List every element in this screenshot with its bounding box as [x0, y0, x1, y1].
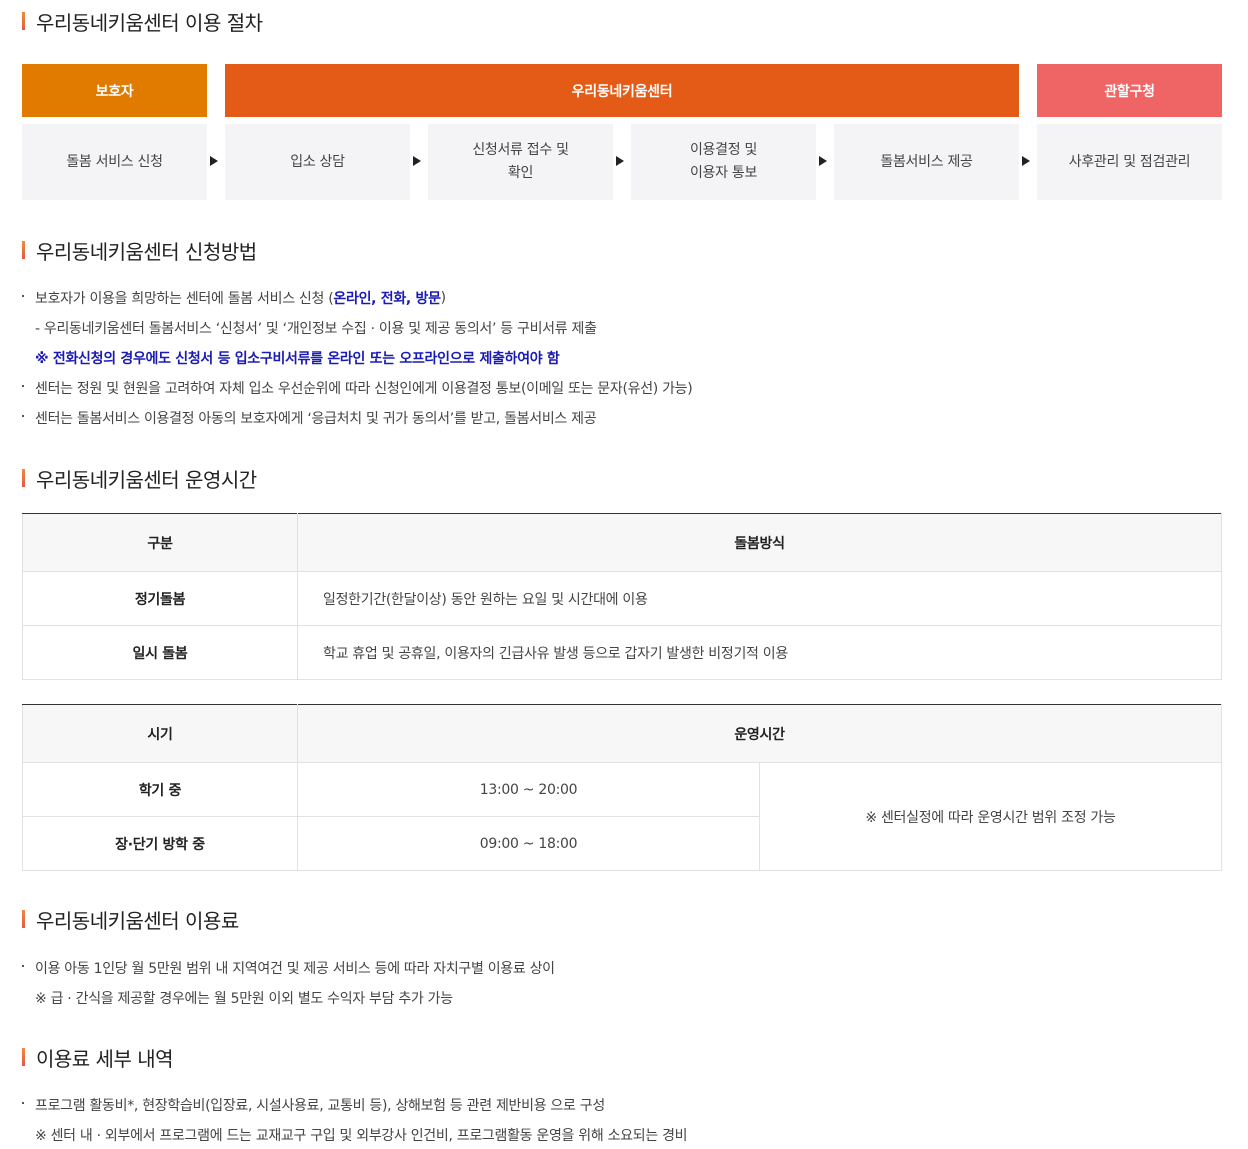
- list-item: ※ 센터 내 · 외부에서 프로그램에 드는 교재교구 구입 및 외부강사 인건…: [35, 1128, 688, 1144]
- section-title-fee-detail: 이용료 세부 내역: [22, 1044, 174, 1071]
- operating-hours-table: 시기 운영시간 학기 중 13:00 ~ 20:00 ※ 센터실정에 따라 운영…: [22, 704, 1222, 871]
- arrow-right-icon: [1022, 156, 1030, 166]
- table-row: 정기돌봄 일정한기간(한달이상) 동안 원하는 요일 및 시간대에 이용: [22, 571, 1222, 626]
- list-item: 센터는 돌봄서비스 이용결정 아동의 보호자에게 ‘응급처치 및 귀가 동의서’…: [22, 403, 692, 433]
- group-guardian: 보호자: [22, 64, 207, 117]
- section-title-method: 우리동네키움센터 신청방법: [22, 237, 257, 264]
- title-accent-bar: [22, 241, 25, 259]
- step-receive-documents: 신청서류 접수 및 확인: [428, 124, 613, 200]
- step-decision-notice: 이용결정 및 이용자 통보: [631, 124, 816, 200]
- arrow-right-icon: [819, 156, 827, 166]
- group-district-office: 관할구청: [1037, 64, 1222, 117]
- section-title-fee: 우리동네키움센터 이용료: [22, 906, 239, 933]
- list-item: ※ 전화신청의 경우에도 신청서 등 입소구비서류를 온라인 또는 오프라인으로…: [35, 351, 560, 367]
- arrow-right-icon: [413, 156, 421, 166]
- step-apply: 돌봄 서비스 신청: [22, 124, 207, 200]
- step-consult: 입소 상담: [225, 124, 410, 200]
- table-header: 구분: [22, 513, 298, 572]
- list-item: 센터는 정원 및 현원을 고려하여 자체 입소 우선순위에 따라 신청인에게 이…: [22, 373, 693, 403]
- group-center: 우리동네키움센터: [225, 64, 1019, 117]
- title-accent-bar: [22, 469, 25, 487]
- table-header: 시기: [22, 704, 298, 763]
- section-title-procedure: 우리동네키움센터 이용 절차: [22, 8, 263, 35]
- title-accent-bar: [22, 910, 25, 928]
- care-type-table: 구분 돌봄방식 정기돌봄 일정한기간(한달이상) 동안 원하는 요일 및 시간대…: [22, 513, 1222, 680]
- list-item: ※ 급 · 간식을 제공할 경우에는 월 5만원 이외 별도 수익자 부담 추가…: [35, 991, 453, 1007]
- list-item: 보호자가 이용을 희망하는 센터에 돌봄 서비스 신청 (온라인, 전화, 방문…: [22, 283, 692, 313]
- step-service-provide: 돌봄서비스 제공: [834, 124, 1019, 200]
- list-item: - 우리동네키움센터 돌봄서비스 ‘신청서’ 및 ‘개인정보 수집 · 이용 및…: [35, 321, 597, 337]
- table-row: 일시 돌봄 학교 휴업 및 공휴일, 이용자의 긴급사유 발생 등으로 갑자기 …: [22, 625, 1222, 680]
- arrow-right-icon: [210, 156, 218, 166]
- table-header: 돌봄방식: [297, 513, 1222, 572]
- table-row: 학기 중 13:00 ~ 20:00 ※ 센터실정에 따라 운영시간 범위 조정…: [22, 762, 1222, 871]
- table-header: 운영시간: [297, 704, 1222, 763]
- list-item: 이용 아동 1인당 월 5만원 범위 내 지역여건 및 제공 서비스 등에 따라…: [22, 953, 555, 983]
- step-follow-up: 사후관리 및 점검관리: [1037, 124, 1222, 200]
- fee-detail-list: 프로그램 활동비*, 현장학습비(입장료, 시설사용료, 교통비 등), 상해보…: [22, 1090, 688, 1149]
- title-accent-bar: [22, 1048, 25, 1066]
- section-title-hours: 우리동네키움센터 운영시간: [22, 465, 257, 492]
- list-item: 프로그램 활동비*, 현장학습비(입장료, 시설사용료, 교통비 등), 상해보…: [22, 1090, 687, 1120]
- arrow-right-icon: [616, 156, 624, 166]
- method-list: 보호자가 이용을 희망하는 센터에 돌봄 서비스 신청 (온라인, 전화, 방문…: [22, 283, 693, 433]
- title-accent-bar: [22, 12, 25, 30]
- fee-list: 이용 아동 1인당 월 5만원 범위 내 지역여건 및 제공 서비스 등에 따라…: [22, 953, 555, 1013]
